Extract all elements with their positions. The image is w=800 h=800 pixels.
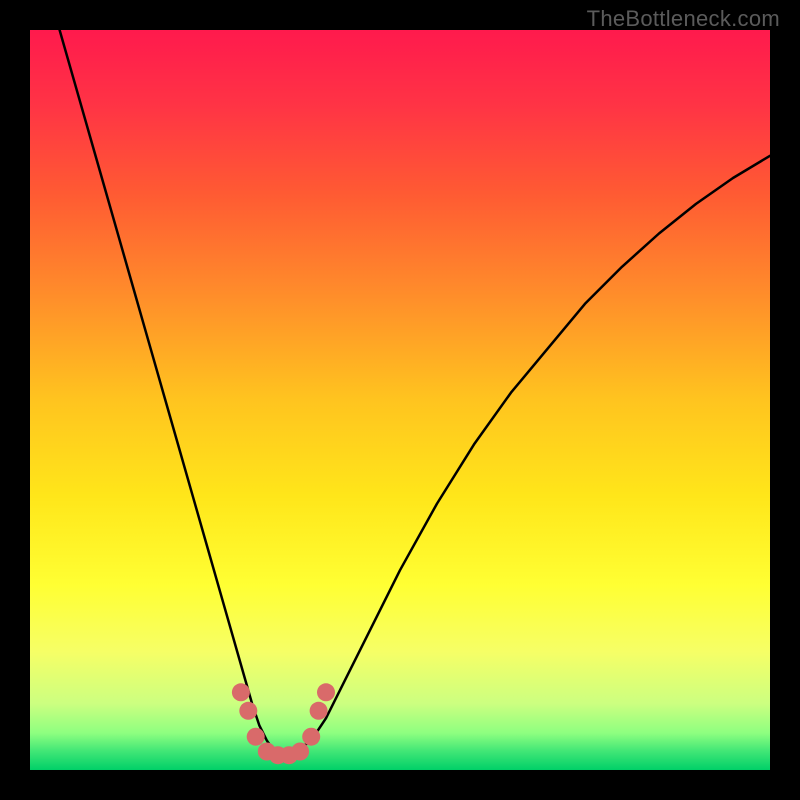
curve-marker xyxy=(291,743,309,761)
curve-marker xyxy=(317,683,335,701)
curve-marker xyxy=(310,702,328,720)
curve-markers xyxy=(232,683,335,764)
curve-layer xyxy=(30,30,770,770)
chart-stage: TheBottleneck.com xyxy=(0,0,800,800)
curve-marker xyxy=(302,728,320,746)
bottleneck-curve xyxy=(60,30,770,755)
curve-marker xyxy=(232,683,250,701)
curve-marker xyxy=(247,728,265,746)
watermark-text: TheBottleneck.com xyxy=(587,6,780,32)
plot-area xyxy=(30,30,770,770)
curve-marker xyxy=(239,702,257,720)
